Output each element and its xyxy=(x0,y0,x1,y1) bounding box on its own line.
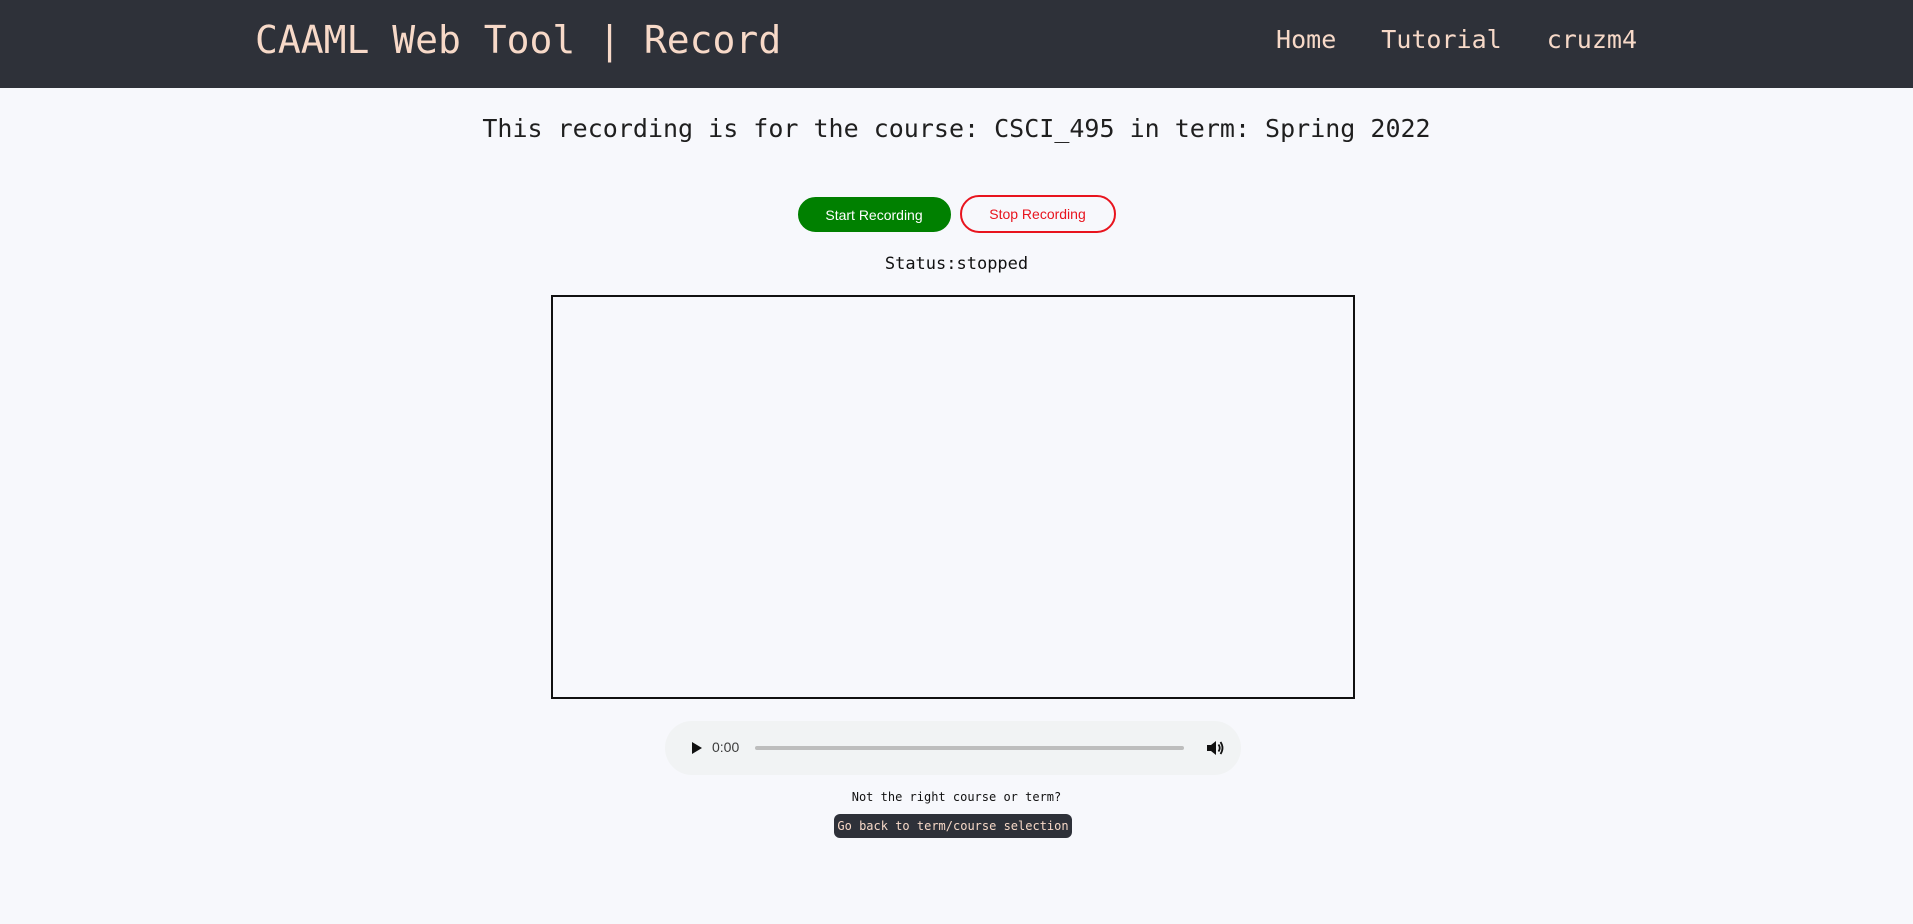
nav-user-link[interactable]: cruzm4 xyxy=(1547,25,1637,54)
stop-recording-button[interactable]: Stop Recording xyxy=(959,195,1116,233)
nav-tutorial-link[interactable]: Tutorial xyxy=(1381,25,1501,54)
course-heading: This recording is for the course: CSCI_4… xyxy=(482,114,1431,143)
back-to-selection-button[interactable]: Go back to term/course selection xyxy=(834,814,1072,838)
visualizer-canvas xyxy=(551,295,1355,699)
navbar: CAAML Web Tool | Record Home Tutorial cr… xyxy=(0,0,1913,88)
nav-home-link[interactable]: Home xyxy=(1276,25,1336,54)
recording-status: Status:stopped xyxy=(884,254,1029,274)
volume-icon[interactable] xyxy=(1204,737,1226,759)
play-icon[interactable] xyxy=(686,738,706,758)
wrong-course-prompt: Not the right course or term? xyxy=(851,790,1062,804)
recording-controls: Start Recording Stop Recording xyxy=(0,195,1913,233)
start-recording-button[interactable]: Start Recording xyxy=(797,197,951,232)
audio-progress-bar[interactable] xyxy=(755,746,1184,750)
audio-current-time: 0:00 xyxy=(712,739,740,755)
app-title[interactable]: CAAML Web Tool | Record xyxy=(255,18,781,62)
nav-links: Home Tutorial cruzm4 xyxy=(1276,25,1637,54)
audio-player: 0:00 xyxy=(665,721,1241,775)
